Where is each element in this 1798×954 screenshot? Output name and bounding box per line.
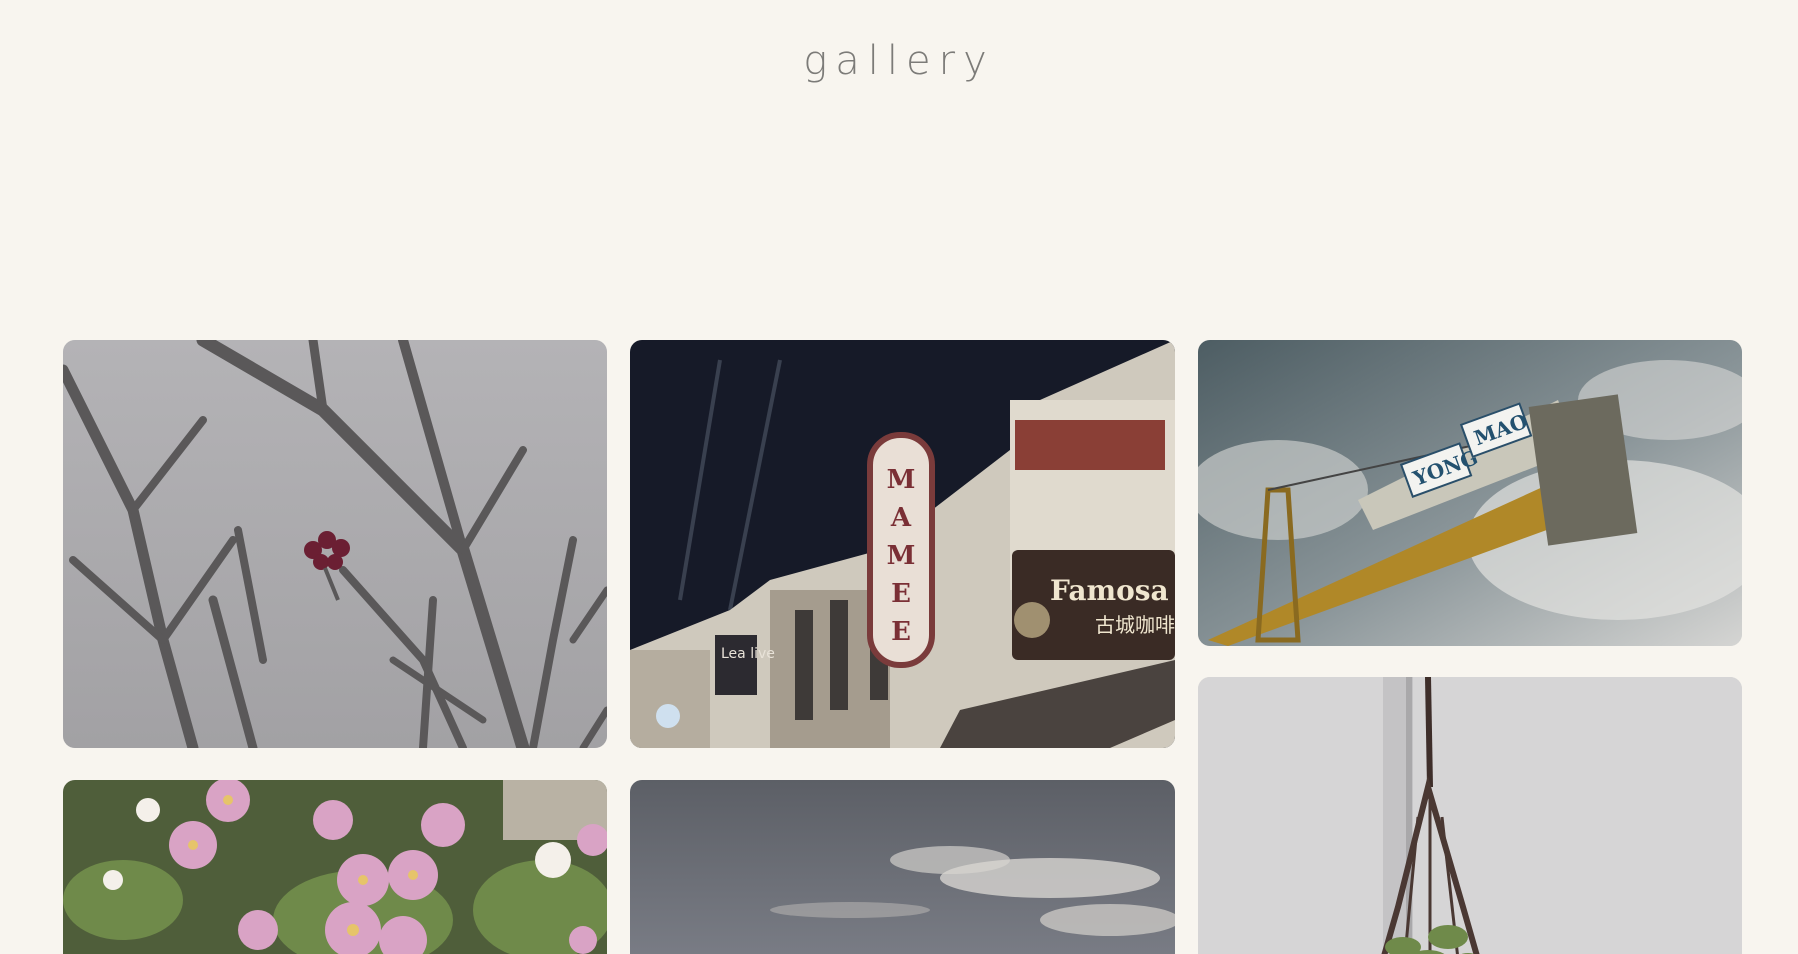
gallery-image-daisies[interactable] <box>63 780 607 954</box>
gallery-image-street-night[interactable]: Famosa Kopi 古城咖啡店 M A M E E Lea live <box>630 340 1175 748</box>
street-night-photo: Famosa Kopi 古城咖啡店 M A M E E Lea live <box>630 340 1175 748</box>
sky-photo <box>630 780 1175 954</box>
mamee-letter-e2: E <box>891 617 911 647</box>
shop-sign-cjk: 古城咖啡店 <box>1095 613 1175 637</box>
gallery-image-branches[interactable] <box>63 340 607 748</box>
daisies-photo <box>63 780 607 954</box>
gallery-image-basket[interactable] <box>1198 677 1742 954</box>
mamee-letter-a: A <box>890 503 912 533</box>
gallery-image-crane[interactable]: YONG MAO <box>1198 340 1742 646</box>
mamee-letter-m: M <box>887 465 916 495</box>
shop-sign-text: Famosa Kopi <box>1050 574 1175 607</box>
gallery-page: gallery Famosa 古城咖啡 M A M E E Lea live Y… <box>0 0 1798 954</box>
branches-photo <box>63 340 607 748</box>
crane-photo: YONG MAO <box>1198 340 1742 646</box>
gallery-image-sky[interactable] <box>630 780 1175 954</box>
small-sign-text: Lea live <box>721 646 775 662</box>
page-title: gallery <box>803 38 995 84</box>
mamee-letter-e: E <box>891 579 911 609</box>
basket-photo <box>1198 677 1742 954</box>
mamee-letter-m2: M <box>887 541 916 571</box>
